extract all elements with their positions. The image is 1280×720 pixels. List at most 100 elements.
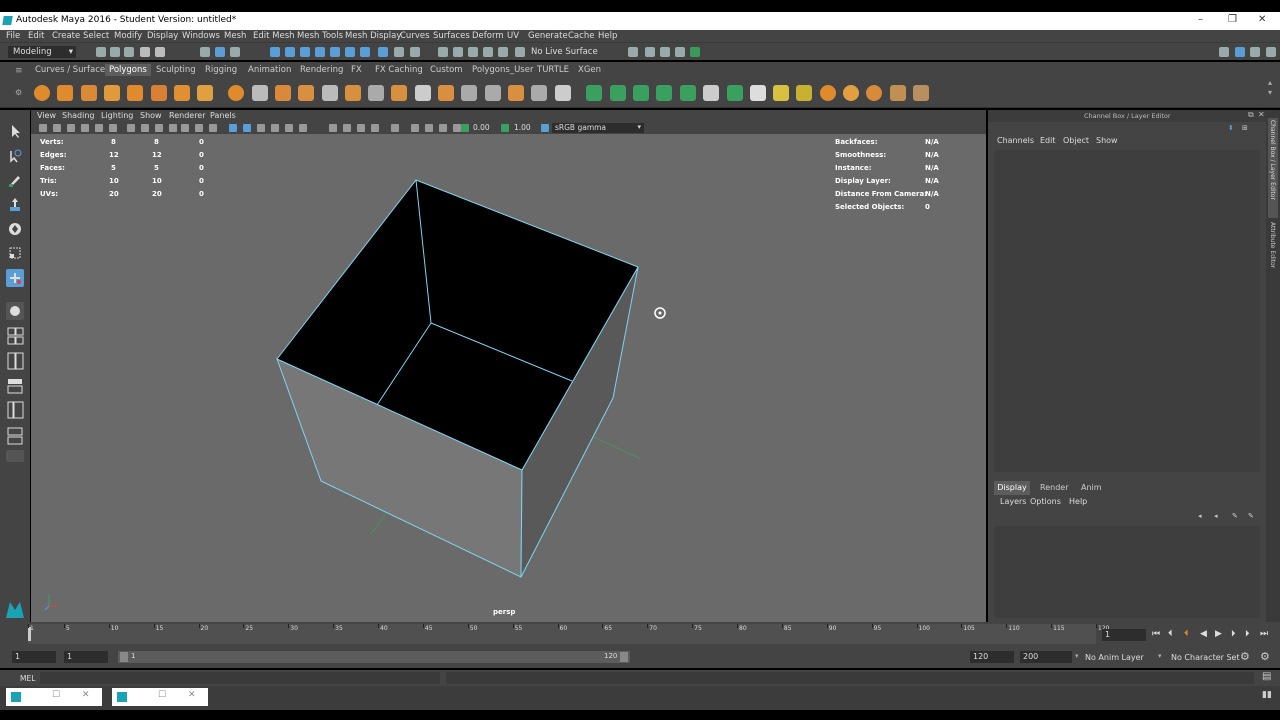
camera-attributes-icon[interactable] bbox=[53, 124, 61, 132]
average-vertices-icon[interactable] bbox=[345, 85, 361, 101]
go-to-start-icon[interactable]: ⏮ bbox=[1152, 629, 1160, 639]
range-end-handle[interactable] bbox=[620, 652, 628, 662]
minimized-window-2[interactable]: ☐ ✕ bbox=[112, 688, 208, 706]
bookmark-icon[interactable] bbox=[67, 124, 75, 132]
menu-select[interactable]: Select bbox=[83, 31, 109, 41]
menu-surfaces[interactable]: Surfaces bbox=[433, 31, 470, 41]
extrude-icon[interactable] bbox=[391, 85, 407, 101]
construction-history-icon[interactable] bbox=[483, 47, 493, 57]
camera-select-icon[interactable] bbox=[39, 124, 47, 132]
move-layer-down-icon[interactable]: ◂ bbox=[1214, 512, 1218, 520]
animation-start-field[interactable]: 1 bbox=[12, 651, 56, 663]
separate-icon[interactable] bbox=[252, 85, 268, 101]
save-scene-icon[interactable] bbox=[124, 47, 134, 57]
menu-file[interactable]: File bbox=[6, 31, 20, 41]
fill-hole-icon[interactable] bbox=[508, 85, 524, 101]
extract-icon[interactable] bbox=[275, 85, 291, 101]
isolate-select-icon[interactable] bbox=[391, 124, 399, 132]
menu-curves[interactable]: Curves bbox=[400, 31, 430, 41]
snap-surface-icon[interactable] bbox=[330, 47, 340, 57]
magnet-icon[interactable] bbox=[410, 47, 420, 57]
tab-render-layers[interactable]: Render bbox=[1040, 483, 1068, 492]
persp-viewport[interactable]: Verts: 8 8 0 Edges: 12 12 0 Faces: 5 5 0… bbox=[31, 134, 986, 622]
grease-pencil-icon[interactable] bbox=[109, 124, 117, 132]
scale-tool-icon[interactable] bbox=[6, 244, 24, 262]
snap-point-icon[interactable] bbox=[300, 47, 310, 57]
rotate-tool-icon[interactable] bbox=[6, 220, 24, 238]
menu-mesh[interactable]: Mesh bbox=[224, 31, 246, 41]
poly-pyramid-icon[interactable] bbox=[174, 85, 190, 101]
character-set-label[interactable]: No Character Set bbox=[1171, 653, 1240, 662]
tab-sculpting[interactable]: Sculpting bbox=[156, 65, 196, 75]
bevel-icon[interactable] bbox=[415, 85, 431, 101]
layout-uv-icon[interactable] bbox=[796, 85, 812, 101]
gamma-icon[interactable] bbox=[501, 124, 509, 132]
shadows-icon[interactable] bbox=[299, 124, 307, 132]
move-layer-up-icon[interactable]: ◂ bbox=[1198, 512, 1202, 520]
snap-grid-icon[interactable] bbox=[270, 47, 280, 57]
sew-uv-icon[interactable] bbox=[750, 85, 766, 101]
object-menu[interactable]: Object bbox=[1063, 136, 1089, 145]
menu-generate[interactable]: Generate bbox=[528, 31, 568, 41]
safe-title-icon[interactable] bbox=[209, 124, 217, 132]
float-icon[interactable]: ⧉ bbox=[1248, 110, 1254, 120]
wireframe-on-shaded-icon[interactable] bbox=[257, 124, 265, 132]
minimized-window-1[interactable]: ☐ ✕ bbox=[6, 688, 102, 706]
menu-mesh-tools[interactable]: Mesh Tools bbox=[297, 31, 343, 41]
exposure-icon[interactable] bbox=[461, 124, 469, 132]
target-weld-icon[interactable] bbox=[485, 85, 501, 101]
range-start-handle[interactable] bbox=[120, 652, 128, 662]
poly-pipe-icon[interactable] bbox=[197, 85, 213, 101]
last-tool-icon[interactable] bbox=[6, 269, 24, 287]
playback-start-field[interactable]: 1 bbox=[64, 651, 108, 663]
poly-plane-icon[interactable] bbox=[127, 85, 143, 101]
panel-menu-renderer[interactable]: Renderer bbox=[169, 111, 206, 120]
lock-icon[interactable] bbox=[394, 47, 404, 57]
safe-action-icon[interactable] bbox=[195, 124, 203, 132]
snap-view-icon[interactable] bbox=[315, 47, 325, 57]
menu-windows[interactable]: Windows bbox=[182, 31, 220, 41]
side-tab-channel-box[interactable]: Channel Box / Layer Editor bbox=[1268, 118, 1278, 218]
append-icon[interactable] bbox=[438, 85, 454, 101]
render-frame-icon[interactable] bbox=[645, 47, 655, 57]
spherical-map-icon[interactable] bbox=[633, 85, 649, 101]
snap-face-icon[interactable] bbox=[378, 47, 388, 57]
history-icon[interactable] bbox=[453, 47, 463, 57]
screen-space-ao-icon[interactable] bbox=[329, 124, 337, 132]
play-forward-icon[interactable]: ▶ bbox=[1215, 629, 1222, 639]
restore-window-icon-2[interactable]: ☐ bbox=[158, 690, 166, 700]
tool-settings-toggle-icon[interactable] bbox=[1266, 47, 1276, 57]
make-live-icon[interactable] bbox=[498, 47, 508, 57]
cut-uv-icon[interactable] bbox=[727, 85, 743, 101]
checker-icon[interactable] bbox=[703, 85, 719, 101]
new-layer-selected-icon[interactable]: ✎ bbox=[1248, 512, 1254, 520]
wireframe-icon[interactable] bbox=[229, 124, 237, 132]
poly-cube-icon[interactable] bbox=[57, 85, 73, 101]
side-tab-attribute-editor[interactable]: Attribute Editor bbox=[1268, 220, 1278, 280]
hypershade-icon[interactable] bbox=[690, 47, 700, 57]
tab-curves-surfaces[interactable]: Curves / Surfaces bbox=[35, 65, 110, 75]
gamma-value[interactable]: 1.00 bbox=[514, 123, 531, 132]
smooth-icon[interactable] bbox=[298, 85, 314, 101]
minimize-button[interactable]: – bbox=[1198, 14, 1203, 25]
menu-display[interactable]: Display bbox=[147, 31, 178, 41]
restore-button[interactable]: ❐ bbox=[1228, 14, 1237, 25]
sculpt-icon[interactable] bbox=[820, 85, 836, 101]
lasso-tool-icon[interactable] bbox=[6, 147, 24, 165]
tab-turtle[interactable]: TURTLE bbox=[537, 65, 569, 75]
reduce-icon[interactable] bbox=[555, 85, 571, 101]
layout-two-panes-icon[interactable] bbox=[6, 351, 24, 373]
channel-box-toggle-icon[interactable] bbox=[1235, 47, 1245, 57]
close-window-icon-2[interactable]: ✕ bbox=[188, 690, 196, 700]
anim-layer-dropdown-icon[interactable]: ▾ bbox=[1075, 652, 1079, 660]
menu-uv[interactable]: UV bbox=[507, 31, 519, 41]
tab-polygons-user[interactable]: Polygons_User bbox=[472, 65, 533, 75]
soft-select-icon[interactable] bbox=[890, 85, 906, 101]
snap-vertex-icon[interactable] bbox=[345, 47, 355, 57]
playback-end-field[interactable]: 120 bbox=[970, 651, 1014, 663]
planar-map-icon[interactable] bbox=[586, 85, 602, 101]
relax-brush-icon[interactable] bbox=[866, 85, 882, 101]
range-slider[interactable]: 1 120 bbox=[118, 651, 630, 663]
unfold-icon[interactable] bbox=[773, 85, 789, 101]
close-button[interactable]: ✕ bbox=[1258, 14, 1266, 25]
